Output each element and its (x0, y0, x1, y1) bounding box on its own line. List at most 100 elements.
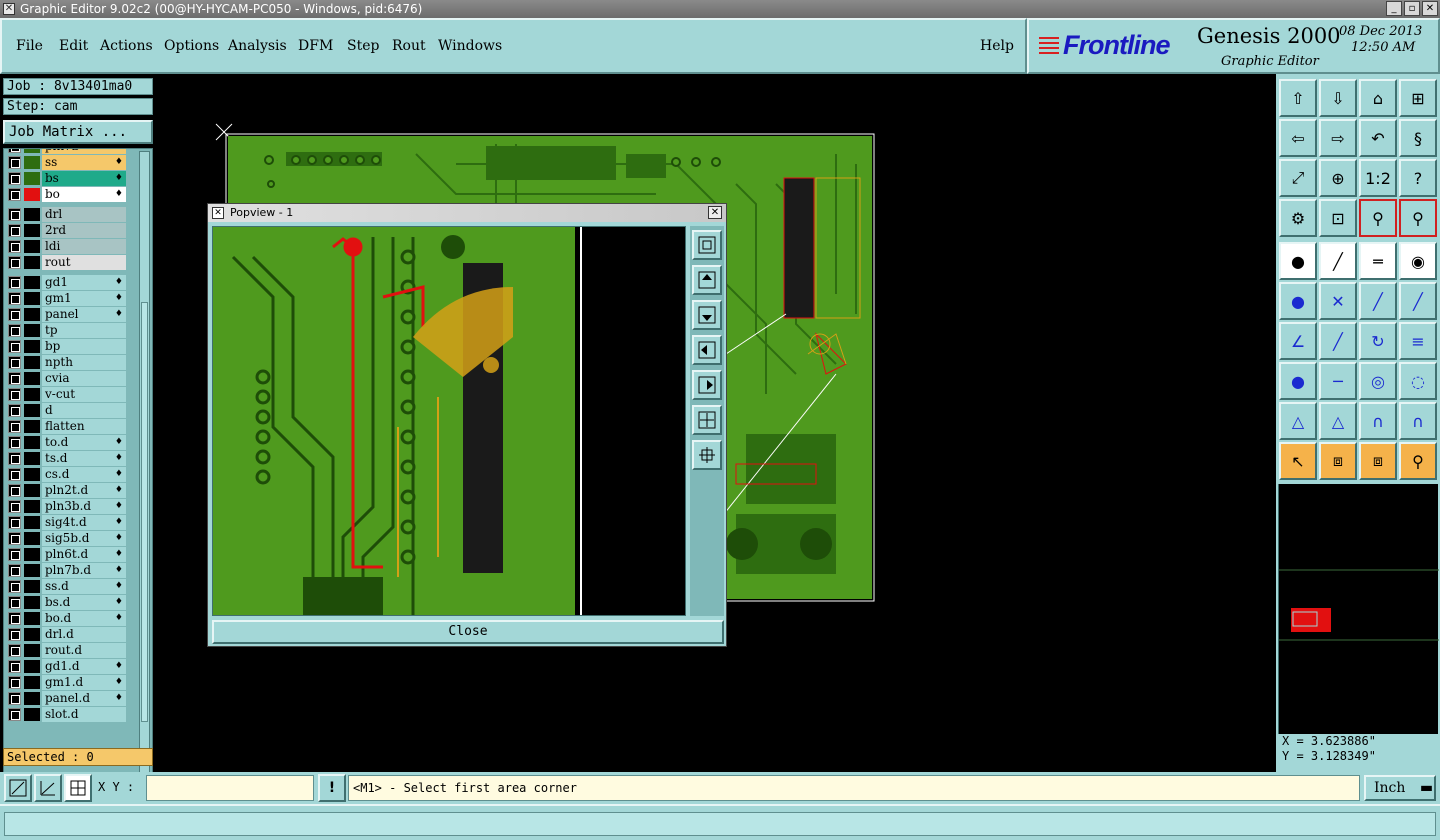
layer-row-d[interactable]: d (7, 403, 127, 418)
draw-line-button[interactable]: ╱ (1319, 242, 1357, 280)
layer-checkbox[interactable] (8, 484, 21, 497)
layer-row-gd1[interactable]: gd1 ♦ (7, 275, 127, 290)
minimize-button[interactable]: _ (1386, 1, 1402, 16)
menu-step[interactable]: Step (347, 38, 379, 54)
layer-checkbox[interactable] (8, 292, 21, 305)
maximize-button[interactable]: ▫ (1404, 1, 1420, 16)
layer-row-ss[interactable]: ss ♦ (7, 155, 127, 170)
layer-checkbox[interactable] (8, 500, 21, 513)
layer-row-flatten[interactable]: flatten (7, 419, 127, 434)
popview-close-icon[interactable]: ✕ (708, 206, 722, 219)
layer-checkbox[interactable] (8, 188, 21, 201)
popview-zoom-in-button[interactable] (692, 230, 722, 260)
redraw-button[interactable]: § (1399, 119, 1437, 157)
scrollbar-thumb[interactable] (141, 302, 148, 722)
move-point-button[interactable]: ╱ (1399, 282, 1437, 320)
layer-checkbox[interactable] (8, 340, 21, 353)
select-box-2-button[interactable]: ⧈ (1359, 442, 1397, 480)
layer-checkbox[interactable] (8, 404, 21, 417)
layer-list-scrollbar[interactable] (139, 151, 150, 815)
layer-checkbox[interactable] (8, 156, 21, 169)
add-arc-button[interactable]: ╱ (1359, 282, 1397, 320)
layer-row-bs-d[interactable]: bs.d ♦ (7, 595, 127, 610)
layer-row-drl-d[interactable]: drl.d (7, 627, 127, 642)
zoom-home-button[interactable]: ⇦ (1279, 119, 1317, 157)
layer-row-sig5b-d[interactable]: sig5b.d ♦ (7, 531, 127, 546)
cross-button[interactable]: ✕ (1319, 282, 1357, 320)
popview-fit-button[interactable] (692, 405, 722, 435)
unit-selector[interactable]: Inch ▬ (1364, 775, 1436, 801)
menu-help[interactable]: Help (980, 38, 1014, 54)
undo-view-button[interactable]: ↶ (1359, 119, 1397, 157)
layer-list[interactable]: pln7b♦ss♦bs♦bo♦drl2rdldiroutgd1♦gm1♦pane… (3, 148, 153, 818)
net-tool-2-button[interactable]: ⚲ (1399, 199, 1437, 237)
layer-checkbox[interactable] (8, 452, 21, 465)
layer-row-panel-d[interactable]: panel.d ♦ (7, 691, 127, 706)
net-tool-button[interactable]: ⚲ (1359, 199, 1397, 237)
route-button[interactable]: ⚲ (1399, 442, 1437, 480)
layer-row-bp[interactable]: bp (7, 339, 127, 354)
layer-row-pln3b-d[interactable]: pln3b.d ♦ (7, 499, 127, 514)
layer-checkbox[interactable] (8, 516, 21, 529)
layer-checkbox[interactable] (8, 356, 21, 369)
layer-row-pln7b-d[interactable]: pln7b.d ♦ (7, 563, 127, 578)
resize-button[interactable]: ◎ (1359, 362, 1397, 400)
layer-row-ts-d[interactable]: ts.d ♦ (7, 451, 127, 466)
popview-pan-down-button[interactable] (692, 300, 722, 330)
layer-row-sig4t-d[interactable]: sig4t.d ♦ (7, 515, 127, 530)
xy-input[interactable] (146, 775, 314, 801)
layer-row-pln6t-d[interactable]: pln6t.d ♦ (7, 547, 127, 562)
layer-checkbox[interactable] (8, 596, 21, 609)
select-box-button[interactable]: ⧈ (1319, 442, 1357, 480)
layer-row-npth[interactable]: npth (7, 355, 127, 370)
layer-row-to-d[interactable]: to.d ♦ (7, 435, 127, 450)
layer-row-v-cut[interactable]: v-cut (7, 387, 127, 402)
command-line[interactable] (4, 812, 1436, 836)
select-arrow-button[interactable]: ↖ (1279, 442, 1317, 480)
layer-row-cs-d[interactable]: cs.d ♦ (7, 467, 127, 482)
popview-canvas[interactable] (212, 226, 686, 616)
menu-dfm[interactable]: DFM (298, 38, 333, 54)
layer-checkbox[interactable] (8, 208, 21, 221)
layer-row-bo-d[interactable]: bo.d ♦ (7, 611, 127, 626)
popview-center-button[interactable] (692, 440, 722, 470)
split-view-button[interactable]: ⊞ (1399, 79, 1437, 117)
menu-options[interactable]: Options (164, 38, 219, 54)
layer-row-gm1[interactable]: gm1 ♦ (7, 291, 127, 306)
ruler-button[interactable]: ═ (1359, 242, 1397, 280)
help-query-button[interactable]: ? (1399, 159, 1437, 197)
layer-row-bo[interactable]: bo ♦ (7, 187, 127, 202)
measure-button[interactable] (34, 774, 62, 802)
layer-checkbox[interactable] (8, 564, 21, 577)
layer-checkbox[interactable] (8, 660, 21, 673)
circles-button[interactable]: ◌ (1399, 362, 1437, 400)
grid-toggle-button[interactable]: ⊡ (1319, 199, 1357, 237)
pick-button[interactable]: ● (1279, 362, 1317, 400)
save-job-button[interactable]: ⇩ (1319, 79, 1357, 117)
popview-pan-up-button[interactable] (692, 265, 722, 295)
layer-checkbox[interactable] (8, 172, 21, 185)
layer-checkbox[interactable] (8, 224, 21, 237)
layer-checkbox[interactable] (8, 240, 21, 253)
layer-checkbox[interactable] (8, 468, 21, 481)
layer-checkbox[interactable] (8, 149, 21, 153)
layer-checkbox[interactable] (8, 324, 21, 337)
layer-checkbox[interactable] (8, 644, 21, 657)
layer-row-gm1-d[interactable]: gm1.d ♦ (7, 675, 127, 690)
measure-tool-button[interactable]: ⚙ (1279, 199, 1317, 237)
triangle-button[interactable]: △ (1279, 402, 1317, 440)
rotate-button[interactable]: ↻ (1359, 322, 1397, 360)
layer-checkbox[interactable] (8, 436, 21, 449)
menu-rout[interactable]: Rout (392, 38, 426, 54)
slope-button[interactable]: ╱ (1319, 322, 1357, 360)
popview-pan-right-button[interactable] (692, 370, 722, 400)
zoom-prev-button[interactable]: ⇨ (1319, 119, 1357, 157)
layer-row-2rd[interactable]: 2rd (7, 223, 127, 238)
layer-checkbox[interactable] (8, 708, 21, 721)
alert-button[interactable]: ! (318, 774, 346, 802)
open-job-button[interactable]: ⇧ (1279, 79, 1317, 117)
mirror-button[interactable]: ≡ (1399, 322, 1437, 360)
layer-checkbox[interactable] (8, 548, 21, 561)
layer-row-gd1-d[interactable]: gd1.d ♦ (7, 659, 127, 674)
layer-row-pln7b[interactable]: pln7b♦ (7, 149, 127, 154)
